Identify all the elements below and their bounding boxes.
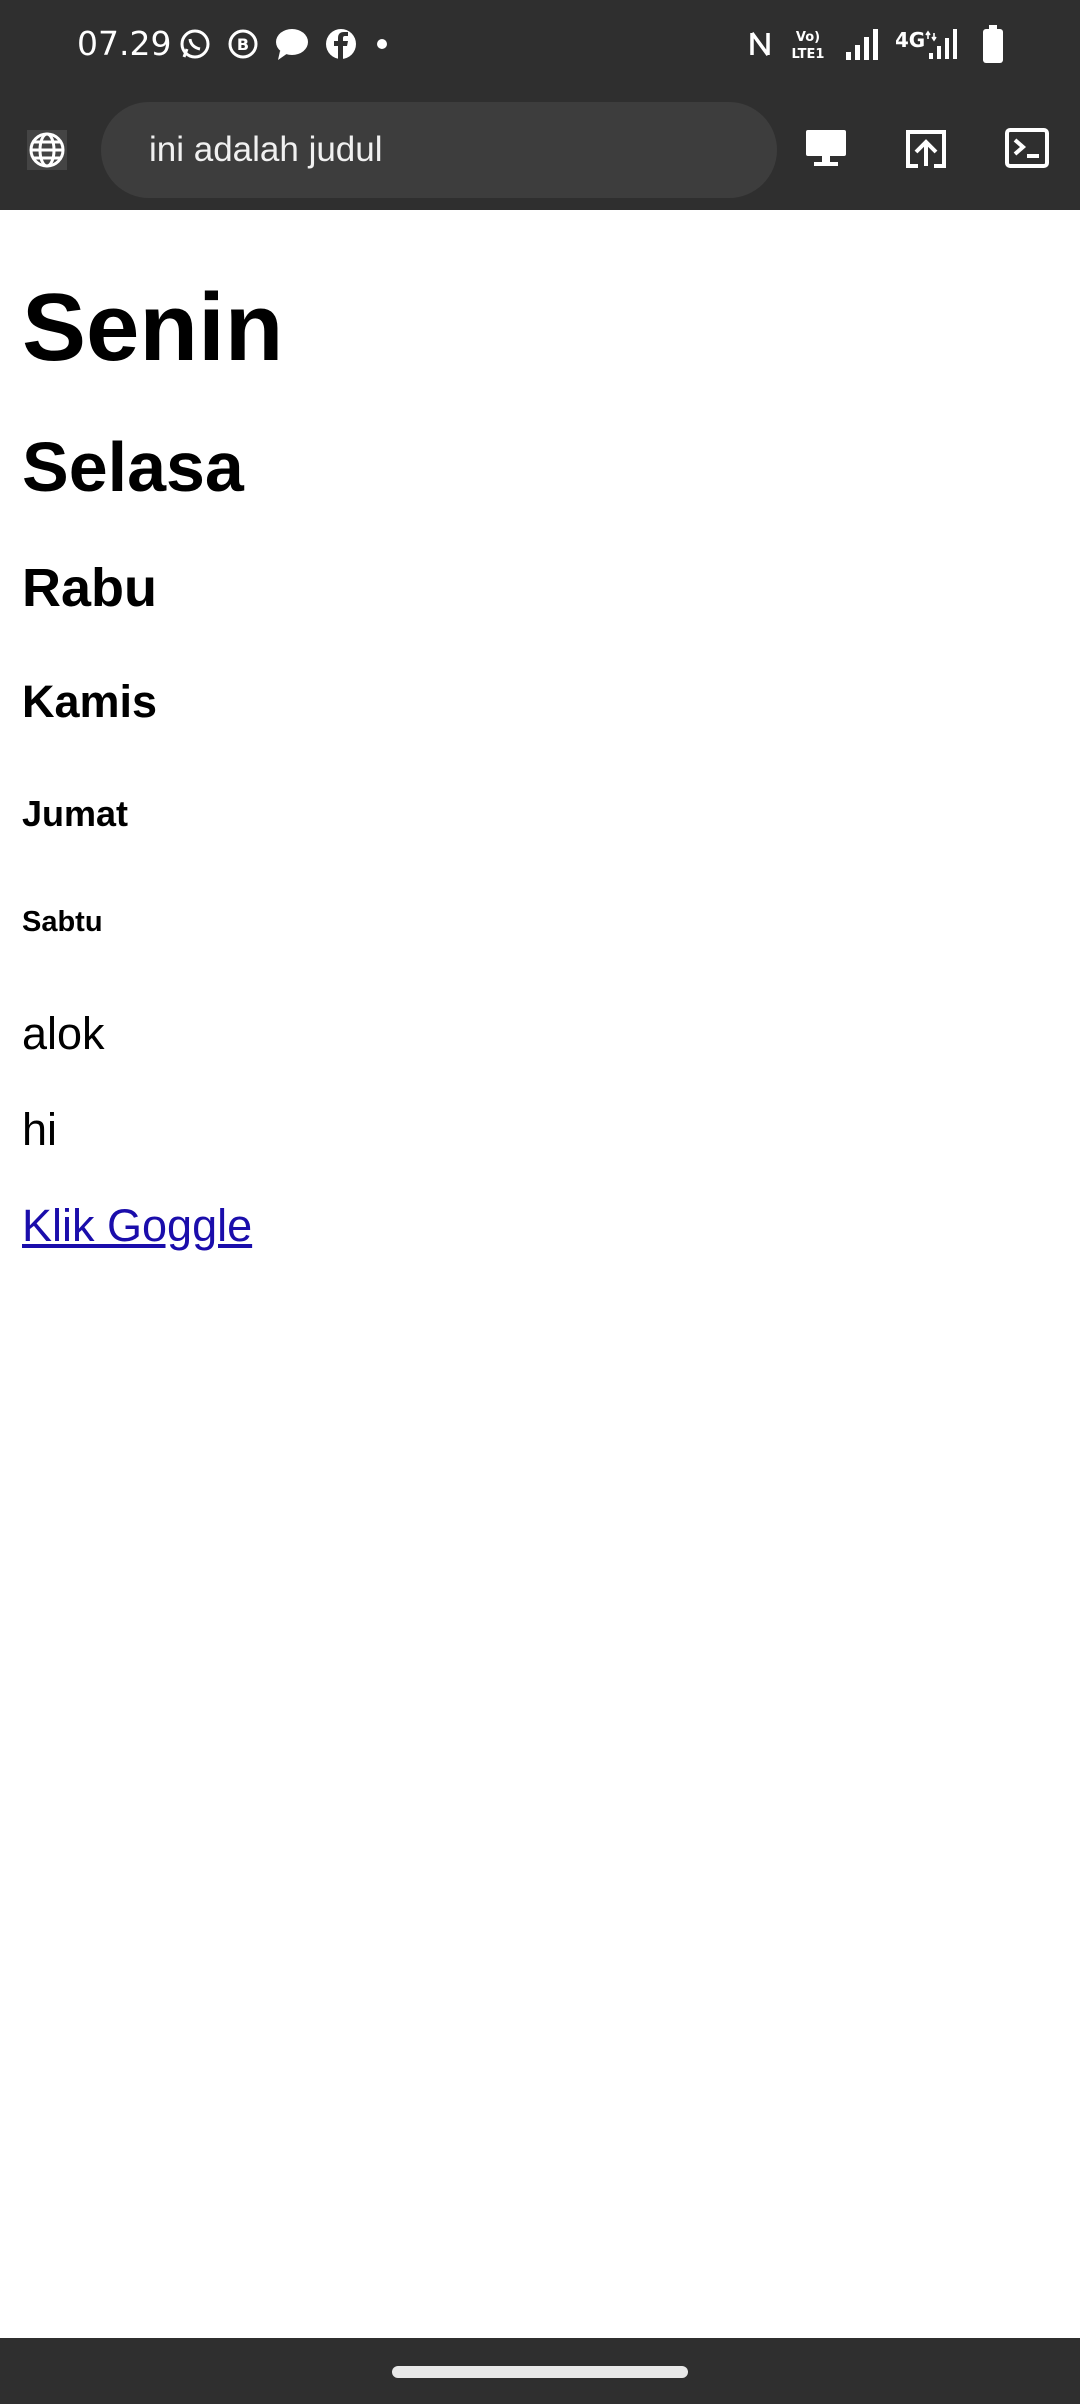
- svg-text:LTE1: LTE1: [792, 47, 825, 61]
- facebook-icon: [324, 27, 358, 61]
- share-upload-button[interactable]: [898, 122, 954, 178]
- svg-text:Vo): Vo): [796, 30, 820, 45]
- battery-icon: [982, 25, 1004, 63]
- heading-senin: Senin: [22, 274, 284, 381]
- messages-icon: [274, 27, 310, 61]
- terminal-icon: [1005, 127, 1049, 173]
- system-icons: Vo) LTE1 4G: [748, 22, 1004, 66]
- paragraph-hi: hi: [22, 1104, 58, 1155]
- paragraph-alok: alok: [22, 1008, 105, 1059]
- signal-icon: [844, 28, 880, 60]
- terminal-button[interactable]: [999, 122, 1055, 178]
- 4g-signal-icon: 4G: [896, 27, 966, 61]
- nfc-icon: [748, 29, 772, 59]
- share-upload-icon: [904, 128, 948, 173]
- navigation-bar: [0, 2338, 1080, 2404]
- home-gesture-handle[interactable]: [392, 2366, 688, 2378]
- notification-icons: B: [178, 24, 392, 64]
- volte-icon: Vo) LTE1: [788, 27, 828, 61]
- heading-rabu: Rabu: [22, 558, 157, 618]
- status-time: 07.29: [77, 24, 172, 63]
- url-bar[interactable]: ini adalah judul: [101, 102, 777, 198]
- status-bar: 07.29 B Vo) LTE1 4G: [0, 0, 1080, 90]
- heading-selasa: Selasa: [22, 428, 244, 506]
- heading-kamis: Kamis: [22, 676, 158, 727]
- svg-text:4G: 4G: [896, 28, 925, 52]
- heading-sabtu: Sabtu: [22, 906, 103, 938]
- browser-toolbar: ini adalah judul: [0, 90, 1080, 210]
- desktop-view-button[interactable]: [798, 122, 854, 178]
- dot-icon: [372, 34, 392, 54]
- globe-icon[interactable]: [27, 130, 67, 170]
- svg-text:B: B: [237, 35, 249, 54]
- whatsapp-icon: [178, 27, 212, 61]
- desktop-view-icon: [804, 128, 848, 173]
- whatsapp-business-icon: B: [226, 27, 260, 61]
- heading-jumat: Jumat: [22, 793, 129, 834]
- klik-goggle-link[interactable]: Klik Goggle: [22, 1196, 252, 1256]
